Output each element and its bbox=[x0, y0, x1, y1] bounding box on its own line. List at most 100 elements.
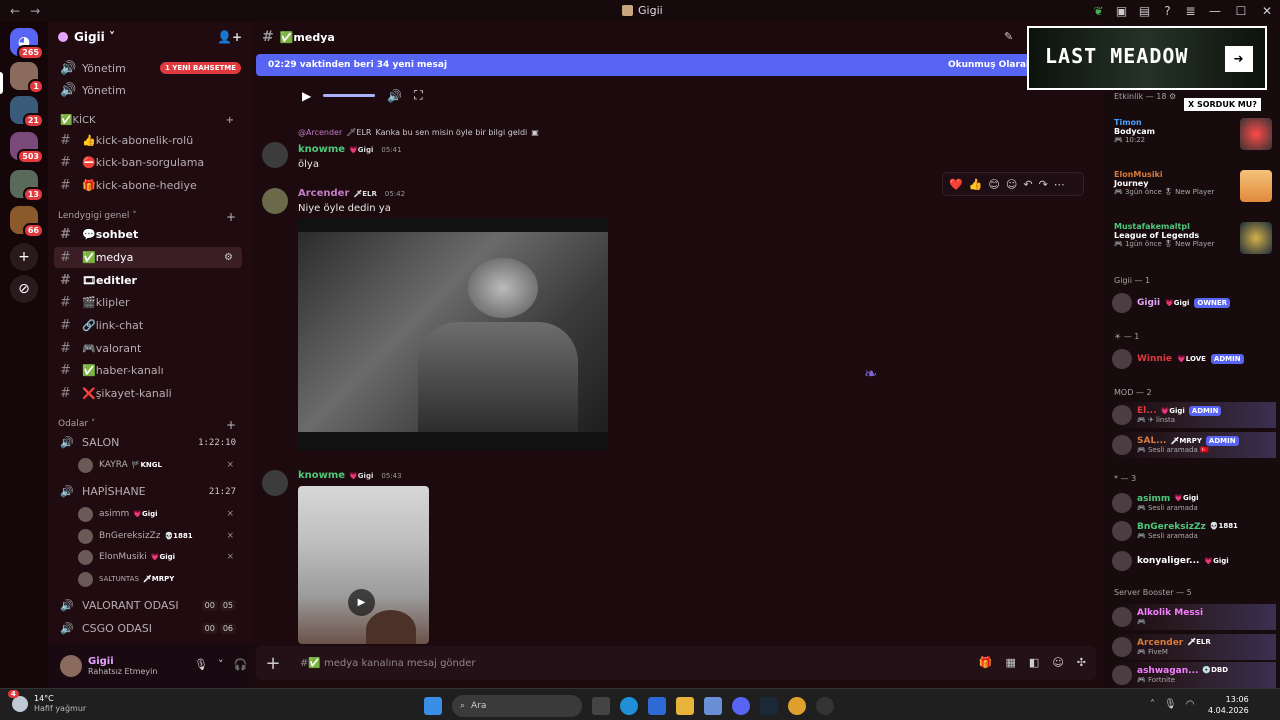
new-messages-banner[interactable]: 02:29 vaktinden beri 34 yeni mesaj Okunmu… bbox=[256, 54, 1104, 76]
forward-icon[interactable]: ↷ bbox=[1039, 178, 1048, 191]
inbox-icon[interactable]: ▤ bbox=[1133, 4, 1156, 18]
member-item[interactable]: SAL... 🗡MRPY ADMIN 🎮 Sesli aramada 🇹🇷 bbox=[1112, 432, 1276, 458]
leaf-icon[interactable]: ❦ bbox=[1087, 4, 1110, 18]
chevron-up-icon[interactable]: ˄ bbox=[1150, 699, 1155, 710]
member-item[interactable]: ashwagan... 💿DBD 🎮 Fortnite bbox=[1112, 662, 1276, 688]
member-item[interactable]: konyaliger... 💗Gigi bbox=[1112, 548, 1276, 574]
channel-sohbet[interactable]: # 💬sohbet bbox=[54, 224, 242, 245]
headphones-icon[interactable]: 🎧 bbox=[233, 658, 247, 671]
fullscreen-icon[interactable]: ⛶ bbox=[414, 88, 422, 103]
image-attachment[interactable] bbox=[298, 218, 608, 450]
app-icon[interactable] bbox=[816, 697, 834, 715]
chevron-down-icon[interactable]: ˅ bbox=[218, 658, 224, 671]
channel-link-chat[interactable]: # 🔗link-chat bbox=[54, 315, 242, 336]
category-odalar[interactable]: Odalar ˅ + bbox=[58, 418, 236, 432]
channel-editler[interactable]: # 🎞editler bbox=[54, 270, 242, 291]
channel-kick-abonelik[interactable]: # 👍kick-abonelik-rolü bbox=[54, 130, 242, 151]
server-icon[interactable]: 21 bbox=[10, 96, 44, 128]
mark-read-button[interactable]: Okunmuş Olarak bbox=[948, 60, 1032, 70]
gif-icon[interactable]: ▦ bbox=[1006, 656, 1016, 669]
search-box[interactable]: ⌕ Ara bbox=[452, 695, 582, 717]
channel-valorant[interactable]: # 🎮valorant bbox=[54, 338, 242, 359]
gift-icon[interactable]: 🎁 bbox=[979, 656, 993, 669]
attach-plus-icon[interactable]: + bbox=[256, 653, 290, 674]
threads-icon[interactable]: ✎ bbox=[1004, 30, 1013, 43]
plus-icon[interactable]: + bbox=[226, 210, 236, 224]
windows-start-icon[interactable] bbox=[424, 697, 442, 715]
apps-icon[interactable]: ✣ bbox=[1077, 656, 1086, 669]
back-icon[interactable]: ← bbox=[10, 4, 20, 18]
sticker-icon[interactable]: ◧ bbox=[1029, 656, 1039, 669]
channel-yonetim[interactable]: 🔊 Yönetim bbox=[54, 58, 242, 79]
server-icon[interactable]: 66 bbox=[10, 206, 44, 238]
voice-channel-valorant[interactable]: 🔊 VALORANT ODASI 00 05 bbox=[54, 595, 242, 616]
reply-icon[interactable]: ↶ bbox=[1023, 178, 1032, 191]
settings-icon[interactable] bbox=[704, 697, 722, 715]
thumbs-up-reaction-icon[interactable]: 👍 bbox=[969, 178, 983, 191]
plus-icon[interactable]: + bbox=[226, 115, 234, 126]
more-icon[interactable]: ⋯ bbox=[1054, 178, 1065, 191]
server-header[interactable]: Gigii ˅ 👤+ bbox=[48, 22, 252, 52]
activity-card[interactable]: Mustafakemaltpl League of Legends 🎮 1gün ö… bbox=[1114, 222, 1272, 262]
voice-user[interactable]: SALTUNTAS 🗡MRPY bbox=[78, 569, 238, 589]
invite-icon[interactable]: 👤+ bbox=[217, 30, 242, 44]
forward-icon[interactable]: → bbox=[30, 4, 40, 18]
settings-icon[interactable]: ⚙ bbox=[224, 252, 236, 263]
mic-icon[interactable]: 🎙 bbox=[194, 658, 208, 671]
maximize-icon[interactable]: ☐ bbox=[1228, 4, 1254, 18]
activity-card[interactable]: Timon Bodycam 🎮 10:22 bbox=[1114, 118, 1272, 158]
voice-user[interactable]: asimm 💗Gigi ⨯ bbox=[78, 504, 238, 524]
channel-kick-hediye[interactable]: # 🎁kick-abone-hediye bbox=[54, 175, 242, 196]
category-kick[interactable]: ✅KİCK + bbox=[54, 110, 242, 131]
wifi-icon[interactable]: ◠ bbox=[1186, 699, 1195, 710]
video-attachment[interactable]: ▶ bbox=[298, 486, 429, 644]
discover-button[interactable]: ⊘ bbox=[10, 275, 38, 303]
message-composer[interactable]: + #✅ medya kanalına mesaj gönder 🎁 ▦ ◧ ☺ ✣ bbox=[256, 646, 1096, 680]
voice-user[interactable]: KAYRA 🏴KNGL ⨯ bbox=[78, 455, 238, 475]
member-item[interactable]: Alkolik Messi 🎮 bbox=[1112, 604, 1276, 630]
minimize-icon[interactable]: — bbox=[1202, 4, 1228, 18]
voice-user[interactable]: BnGereksizZz 💀1881 ⨯ bbox=[78, 526, 238, 546]
channel-klipler[interactable]: # 🎬klipler bbox=[54, 292, 242, 313]
member-item[interactable]: Winnie 💗LOVE ADMIN bbox=[1112, 346, 1276, 372]
voice-channel-hapishane[interactable]: 🔊 HAPİSHANE 21:27 bbox=[54, 481, 242, 502]
folder-icon[interactable] bbox=[676, 697, 694, 715]
list-icon[interactable]: ≣ bbox=[1179, 4, 1202, 18]
home-button[interactable]: ◕ 265 bbox=[10, 28, 44, 60]
avatar[interactable] bbox=[262, 188, 288, 214]
plus-icon[interactable]: + bbox=[226, 418, 236, 432]
clock[interactable]: 13:06 4.04.2026 bbox=[1208, 694, 1249, 716]
channel-sikayet[interactable]: # ❌şikayet-kanali bbox=[54, 383, 242, 404]
voice-user[interactable]: ElonMusiki 💗Gigi ⨯ bbox=[78, 547, 238, 567]
message-author[interactable]: knowme 💗Gigi 05:43 bbox=[298, 470, 402, 481]
category-lendygigi[interactable]: Lendygigi genel ˅ + bbox=[58, 210, 236, 224]
member-item[interactable]: BnGereksizZz 💀1881 🎮 Sesli aramada bbox=[1112, 518, 1276, 544]
play-icon[interactable]: ▶ bbox=[348, 589, 375, 616]
member-item[interactable]: asimm 💗Gigi 🎮 Sesli aramada bbox=[1112, 490, 1276, 516]
message-author[interactable]: Arcender 🗡ELR 05:42 bbox=[298, 188, 405, 199]
member-item[interactable]: El... 💗Gigi ADMIN 🎮 ✈ linsta bbox=[1112, 402, 1276, 428]
add-server-button[interactable]: + bbox=[10, 243, 38, 271]
discord-icon[interactable] bbox=[732, 697, 750, 715]
member-item[interactable]: Gigii 💗Gigi OWNER bbox=[1112, 290, 1276, 316]
channel-haber[interactable]: # ✅haber-kanalı bbox=[54, 360, 242, 381]
server-icon[interactable]: 1 bbox=[10, 62, 44, 94]
add-reaction-icon[interactable]: ☺ bbox=[1006, 178, 1017, 191]
avatar[interactable] bbox=[262, 470, 288, 496]
avatar[interactable] bbox=[262, 142, 288, 168]
server-icon[interactable]: 503 bbox=[10, 132, 44, 164]
reply-preview[interactable]: @Arcender 🗡ELR Kanka bu sen misin öyle bir… bbox=[298, 128, 539, 137]
member-item[interactable]: Arcender 🗡ELR 🎮 FiveM bbox=[1112, 634, 1276, 660]
play-icon[interactable]: ▶ bbox=[302, 89, 311, 103]
weather-widget[interactable]: 4 14°C Hafif yağmur bbox=[8, 690, 86, 714]
screen-icon[interactable]: ▣ bbox=[1110, 4, 1133, 18]
avatar[interactable] bbox=[60, 655, 82, 677]
help-icon[interactable]: ? bbox=[1156, 4, 1179, 18]
server-icon[interactable]: 13 bbox=[10, 170, 44, 202]
mic-icon[interactable]: 🎙 bbox=[1164, 699, 1177, 710]
activity-card[interactable]: ElonMusiki Journey 🎮 3gün önce 🎖 New Playe… bbox=[1114, 170, 1272, 210]
store-icon[interactable] bbox=[648, 697, 666, 715]
ad-banner[interactable]: LAST MEADOW ➜ bbox=[1027, 26, 1267, 90]
steam-icon[interactable] bbox=[760, 697, 778, 715]
voice-channel-salon[interactable]: 🔊 SALON 1:22:10 bbox=[54, 432, 242, 453]
